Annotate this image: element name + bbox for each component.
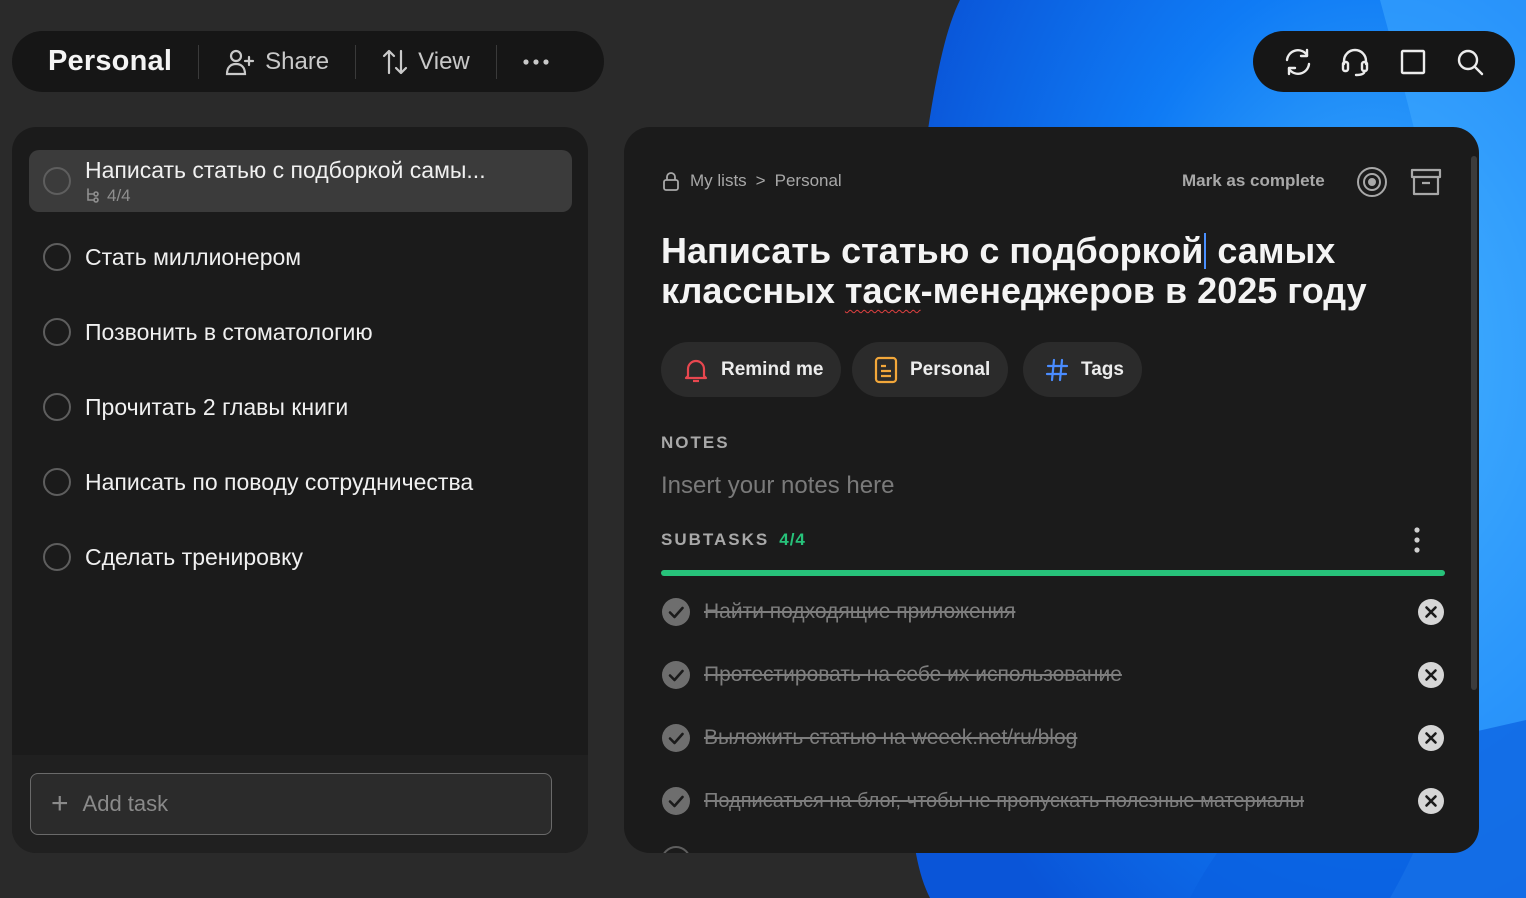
detail-scrollbar[interactable]: [1471, 156, 1477, 690]
subtask-title[interactable]: Выложить статью на weeek.net/ru/blog: [704, 726, 1077, 750]
bell-icon: [684, 359, 708, 382]
task-item[interactable]: Написать статью с подборкой самы... 4/4: [29, 150, 572, 212]
task-item[interactable]: Позвонить в стоматологию: [29, 301, 572, 363]
task-title: Позвонить в стоматологию: [85, 318, 373, 345]
task-checkbox[interactable]: [43, 243, 71, 271]
remove-subtask-icon[interactable]: [1417, 787, 1445, 815]
subtask-title[interactable]: Подписаться на блог, чтобы не пропускать…: [704, 790, 1304, 813]
task-item[interactable]: Сделать тренировку: [29, 526, 572, 588]
tags-button[interactable]: Tags: [1023, 342, 1142, 397]
task-checkbox[interactable]: [43, 318, 71, 346]
remind-me-button[interactable]: Remind me: [661, 342, 842, 397]
notes-input[interactable]: Insert your notes here: [661, 472, 894, 500]
more-button[interactable]: [523, 58, 549, 66]
remove-subtask-icon[interactable]: [1417, 661, 1445, 689]
task-title: Прочитать 2 главы книги: [85, 393, 349, 420]
task-list-footer: + Add task: [12, 755, 588, 853]
checked-circle-icon[interactable]: [661, 723, 691, 753]
task-checkbox[interactable]: [43, 543, 71, 571]
task-subtask-count: 4/4: [85, 186, 486, 206]
task-title: Стать миллионером: [85, 243, 302, 270]
view-button[interactable]: View: [382, 48, 470, 76]
maximize-button[interactable]: [1396, 45, 1430, 79]
task-title: Написать статью с подборкой самы...: [85, 156, 486, 183]
task-item[interactable]: Стать миллионером: [29, 226, 572, 288]
task-item[interactable]: Написать по поводу сотрудничества: [29, 451, 572, 513]
spellcheck-underline: таск: [844, 270, 921, 311]
headset-icon: [1342, 48, 1369, 76]
support-button[interactable]: [1338, 45, 1372, 79]
task-checkbox[interactable]: [43, 468, 71, 496]
list-title: Personal: [48, 45, 173, 77]
document-list-icon: [874, 356, 898, 383]
list-toolbar: Personal Share View: [12, 31, 604, 92]
toolbar-divider: [198, 44, 200, 79]
subtask-item: Протестировать на себе их использование: [661, 655, 1445, 695]
sync-icon: [1285, 48, 1310, 75]
add-task-input[interactable]: + Add task: [30, 773, 552, 835]
hashtag-icon: [1045, 358, 1069, 381]
subtask-item: Найти подходящие приложения: [661, 592, 1445, 632]
mark-complete-button[interactable]: Mark as complete: [1182, 171, 1325, 191]
toolbar-divider: [355, 44, 357, 79]
list-selector-button[interactable]: Personal: [852, 342, 1009, 397]
subtasks-count: 4/4: [779, 530, 806, 549]
task-checkbox[interactable]: [43, 393, 71, 421]
subtask-title[interactable]: Найти подходящие приложения: [704, 600, 1015, 624]
task-list-panel: Написать статью с подборкой самы... 4/4 …: [12, 127, 588, 853]
task-title-editor[interactable]: Написать статью с подборкой самых классн…: [661, 231, 1441, 311]
search-button[interactable]: [1453, 45, 1487, 79]
task-title: Написать по поводу сотрудничества: [85, 468, 474, 495]
app-window-controls: [1253, 31, 1515, 92]
subtask-title[interactable]: Протестировать на себе их использование: [704, 663, 1122, 687]
task-title: Сделать тренировку: [85, 543, 303, 570]
sort-icon: [383, 49, 408, 74]
remove-subtask-icon[interactable]: [1417, 598, 1445, 626]
share-button[interactable]: Share: [225, 48, 329, 76]
archive-icon[interactable]: [1410, 167, 1442, 197]
task-detail-panel: My lists > Personal Mark as complete Нап…: [624, 127, 1479, 853]
toolbar-divider: [495, 44, 497, 79]
breadcrumb-current[interactable]: Personal: [775, 171, 842, 191]
subtask-item: Подписаться на блог, чтобы не пропускать…: [661, 781, 1445, 821]
breadcrumb-root[interactable]: My lists: [690, 171, 747, 191]
focus-target-icon[interactable]: [1356, 166, 1388, 198]
subtasks-progress-bar: [661, 570, 1445, 576]
subtasks-header: SUBTASKS 4/4: [661, 530, 806, 550]
share-label: Share: [265, 47, 330, 75]
sync-button[interactable]: [1281, 45, 1315, 79]
breadcrumb-separator: >: [755, 171, 766, 190]
notes-label: NOTES: [661, 433, 730, 452]
breadcrumb: My lists > Personal: [662, 171, 842, 191]
search-icon: [1458, 49, 1484, 75]
task-checkbox[interactable]: [43, 167, 71, 195]
subtasks-progress-fill: [661, 570, 1445, 576]
checked-circle-icon[interactable]: [661, 597, 691, 627]
view-label: View: [418, 47, 470, 75]
lock-icon: [663, 172, 679, 191]
subtasks-icon: [87, 187, 99, 203]
subtasks-label: SUBTASKS: [661, 530, 770, 549]
add-user-icon: [226, 49, 255, 75]
add-task-placeholder: Add task: [82, 791, 169, 816]
task-item[interactable]: Прочитать 2 главы книги: [29, 376, 572, 438]
add-subtask-checkbox[interactable]: [661, 846, 691, 853]
window-icon: [1400, 49, 1425, 74]
checked-circle-icon[interactable]: [661, 786, 691, 816]
remove-subtask-icon[interactable]: [1417, 724, 1445, 752]
plus-icon: +: [51, 787, 69, 820]
checked-circle-icon[interactable]: [661, 660, 691, 690]
subtask-item: Выложить статью на weeek.net/ru/blog: [661, 718, 1445, 758]
more-horizontal-icon: [523, 58, 549, 65]
kebab-menu-icon[interactable]: [1414, 527, 1420, 553]
